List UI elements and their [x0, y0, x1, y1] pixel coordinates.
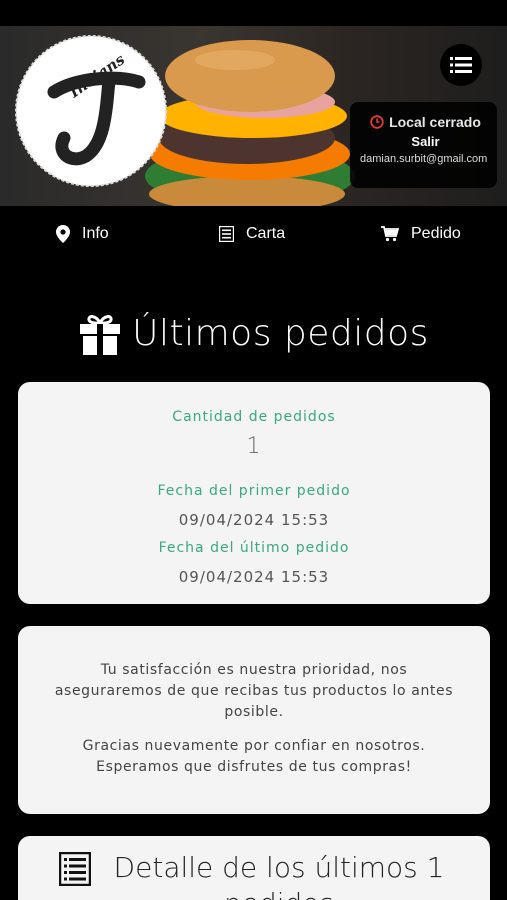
store-status-card: Local cerrado Salir damian.surbit@gmail.… — [350, 102, 497, 188]
clock-icon — [370, 115, 384, 129]
logout-link[interactable]: Salir — [360, 134, 491, 149]
detail-header: Detalle de los últimos 1 pedidos — [18, 850, 490, 900]
tab-carta-label: Carta — [246, 225, 286, 242]
page-title-text: Últimos pedidos — [132, 312, 429, 354]
brand-logo: Indians — [15, 35, 167, 187]
last-order-date: 09/04/2024 15:53 — [178, 568, 330, 586]
store-status: Local cerrado — [360, 114, 491, 130]
orders-summary-card: Cantidad de pedidos 1 Fecha del primer p… — [18, 382, 490, 604]
gift-icon — [80, 315, 121, 355]
orders-detail-card: Detalle de los últimos 1 pedidos — [18, 836, 490, 900]
page-title: Últimos pedidos — [0, 300, 507, 366]
last-order-label: Fecha del último pedido — [158, 540, 350, 556]
tab-pedido-label: Pedido — [411, 225, 461, 242]
tab-info[interactable]: Info — [56, 225, 109, 243]
list-icon — [219, 226, 234, 242]
nav-tabs: Info Carta Pedido — [0, 206, 507, 264]
satisfaction-message: Tu satisfacción es nuestra prioridad, no… — [54, 662, 454, 720]
gratitude-message: Gracias nuevamente por confiar en nosotr… — [82, 738, 426, 775]
tab-info-label: Info — [82, 225, 109, 242]
tab-pedido[interactable]: Pedido — [381, 225, 461, 243]
hamburger-icon — [450, 57, 472, 73]
tab-carta[interactable]: Carta — [219, 225, 285, 243]
user-email: damian.surbit@gmail.com — [360, 153, 488, 165]
store-status-text: Local cerrado — [389, 114, 481, 130]
location-pin-icon — [56, 225, 70, 243]
order-count-value: 1 — [246, 434, 262, 459]
order-count-label: Cantidad de pedidos — [172, 409, 336, 425]
detail-title: Detalle de los últimos 1 pedidos — [113, 851, 445, 900]
list-icon — [59, 852, 91, 886]
status-bar — [0, 0, 507, 26]
menu-button[interactable] — [440, 44, 482, 86]
cart-icon — [381, 226, 399, 242]
thank-you-card: Tu satisfacción es nuestra prioridad, no… — [18, 626, 490, 814]
burger-image — [145, 40, 355, 206]
first-order-date: 09/04/2024 15:53 — [178, 511, 330, 529]
first-order-label: Fecha del primer pedido — [157, 483, 351, 499]
